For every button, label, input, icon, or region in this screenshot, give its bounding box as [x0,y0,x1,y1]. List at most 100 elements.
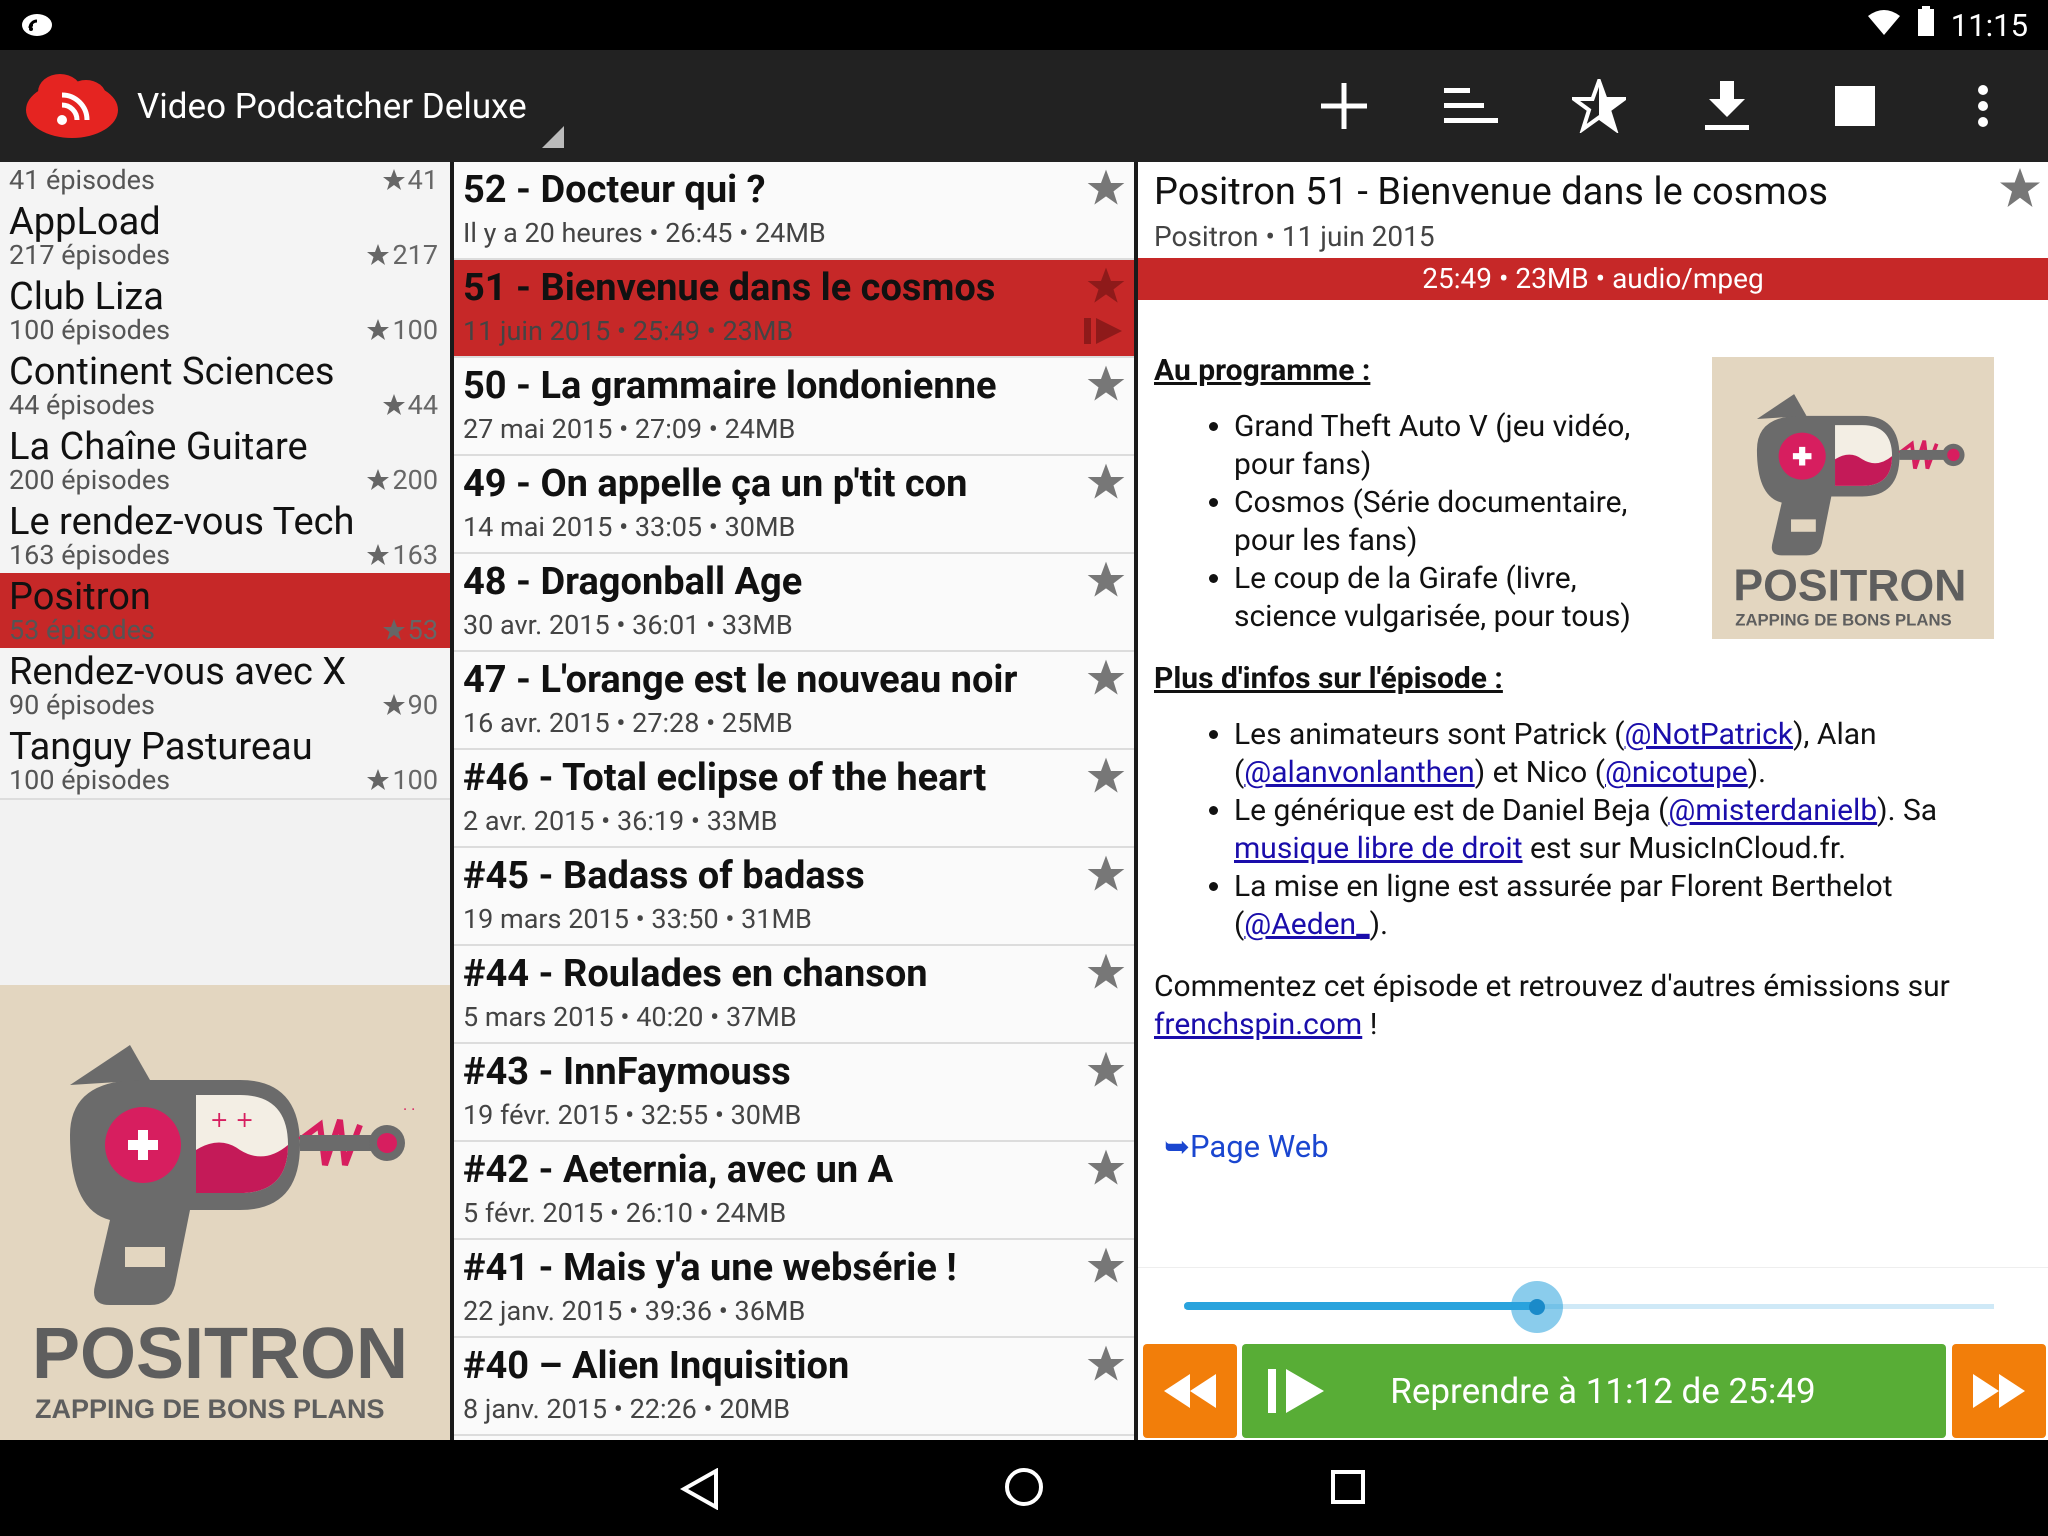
episode-row[interactable]: 47 - L'orange est le nouveau noir 16 avr.… [454,652,1134,750]
podcast-name: Tanguy Pastureau [9,725,313,769]
page-web-link[interactable]: ➥Page Web [1164,1128,1329,1165]
star-icon [367,244,390,265]
episode-title: #40 – Alien Inquisition [463,1344,850,1388]
detail-subtitle: Positron • 11 juin 2015 [1154,220,1435,253]
comment-text: Commentez cet épisode et retrouvez d'aut… [1154,969,1950,1042]
battery-icon [1917,6,1935,44]
notification-icon [20,10,54,44]
player-controls: Reprendre à 11:12 de 25:49 [1138,1340,2048,1440]
app-title[interactable]: Video Podcatcher Deluxe [137,86,527,127]
podcast-row[interactable]: La Chaîne Guitare 200 épisodes 200 [0,423,450,500]
favorite-star-icon[interactable] [1086,560,1126,600]
episode-info-bar: 25:49 • 23MB • audio/mpeg [1138,258,2048,300]
back-icon[interactable] [679,1467,720,1514]
home-icon[interactable] [1004,1467,1044,1511]
favorite-star-icon[interactable] [1086,266,1126,306]
ray-gun-logo-icon: POSITRON ZAPPING DE BONS PLANS [1733,394,1966,629]
episode-row[interactable]: 48 - Dragonball Age 30 avr. 2015 • 36:01 … [454,554,1134,652]
recents-icon[interactable] [1331,1470,1365,1508]
favorite-count: 100 [366,314,438,346]
action-bar: Video Podcatcher Deluxe [0,50,2048,162]
svg-text:· ·: · · [403,1100,415,1119]
resume-button[interactable]: Reprendre à 11:12 de 25:49 [1242,1344,1946,1438]
add-icon[interactable] [1316,78,1372,134]
episode-row[interactable]: 50 - La grammaire londonienne 27 mai 2015… [454,358,1134,456]
podcast-name: Club Liza [9,275,164,319]
stop-icon[interactable] [1827,78,1883,134]
episode-row[interactable]: #41 - Mais y'a une websérie ! 22 janv. 20… [454,1240,1134,1338]
seek-bar[interactable] [1138,1267,2048,1333]
favorite-star-icon[interactable] [1086,364,1126,404]
favorite-star-icon[interactable] [1086,952,1126,992]
podcast-row[interactable]: Club Liza 100 épisodes 100 [0,273,450,350]
download-icon[interactable] [1699,78,1755,134]
seek-thumb[interactable] [1511,1281,1564,1333]
podcast-row[interactable]: 41 épisodes 41 [0,162,450,200]
music-link[interactable]: musique libre de droit [1234,831,1523,866]
favorite-star-icon[interactable] [1086,854,1126,894]
favorite-star-icon[interactable] [1086,1344,1126,1384]
favorite-count: 44 [382,389,438,421]
app-logo-icon[interactable] [24,72,120,140]
star-icon [367,319,390,340]
sort-icon[interactable] [1443,78,1499,134]
twitter-link[interactable]: @misterdanielb [1668,793,1877,828]
episode-list: 52 - Docteur qui ? Il y a 20 heures • 26:… [454,162,1134,1440]
twitter-link[interactable]: @NotPatrick [1625,717,1794,752]
svg-text:+ +: + + [210,1108,254,1133]
podcast-name: Rendez-vous avec X [9,650,347,694]
episode-title: 47 - L'orange est le nouveau noir [463,658,1018,702]
favorite-star-icon[interactable] [1998,166,2042,210]
episode-title: #42 - Aeternia, avec un A [463,1148,894,1192]
favorite-star-icon[interactable] [1086,1148,1126,1188]
podcast-row[interactable]: Le rendez-vous Tech 163 épisodes 163 [0,498,450,575]
favorite-count: 53 [382,614,438,646]
twitter-link[interactable]: @Aeden_ [1244,907,1369,942]
dropdown-indicator-icon[interactable] [542,126,564,148]
episode-row[interactable]: #40 – Alien Inquisition 8 janv. 2015 • 22… [454,1338,1134,1436]
episode-row[interactable]: 52 - Docteur qui ? Il y a 20 heures • 26:… [454,162,1134,260]
episode-artwork: POSITRON ZAPPING DE BONS PLANS [1712,357,1994,639]
episode-row[interactable]: 49 - On appelle ça un p'tit con 14 mai 20… [454,456,1134,554]
list-item: Le coup de la Girafe (livre, science vul… [1234,560,1674,636]
rewind-icon [1164,1374,1216,1408]
svg-text:POSITRON: POSITRON [32,1314,408,1394]
now-playing-icon [1082,316,1126,346]
ray-gun-logo-icon: + + · · POSITRON ZAPPING DE BONS PLANS [32,1045,415,1424]
podcast-name: Positron [9,575,151,619]
episode-row[interactable]: #44 - Roulades en chanson 5 mars 2015 • 4… [454,946,1134,1044]
fast-forward-button[interactable] [1952,1344,2046,1438]
favorite-star-icon[interactable] [1086,1050,1126,1090]
episode-meta: 19 févr. 2015 • 32:55 • 30MB [463,1099,802,1131]
favorite-count: 217 [366,239,438,271]
rewind-button[interactable] [1143,1344,1237,1438]
favorite-star-icon[interactable] [1086,462,1126,502]
favorite-star-icon[interactable] [1086,168,1126,208]
episode-row[interactable]: #45 - Badass of badass 19 mars 2015 • 33:… [454,848,1134,946]
podcast-row[interactable]: Continent Sciences 44 épisodes 44 [0,348,450,425]
podcast-list: 41 épisodes 41 AppLoad 217 épisodes 217 Club … [0,162,450,1440]
favorite-star-icon[interactable] [1086,658,1126,698]
episode-title: #46 - Total eclipse of the heart [463,756,987,800]
website-link[interactable]: frenchspin.com [1154,1007,1362,1042]
episode-row[interactable]: 51 - Bienvenue dans le cosmos 11 juin 201… [454,260,1134,358]
seek-progress [1184,1302,1538,1310]
twitter-link[interactable]: @alanvonlanthen [1244,755,1474,790]
podcast-row[interactable]: Positron 53 épisodes 53 [0,573,450,650]
overflow-menu-icon[interactable] [1955,78,2011,134]
star-icon [382,169,405,190]
favorite-star-icon[interactable] [1086,756,1126,796]
favorite-star-icon[interactable] [1571,78,1627,134]
favorite-star-icon[interactable] [1086,1246,1126,1286]
podcast-row[interactable]: Rendez-vous avec X 90 épisodes 90 [0,648,450,725]
episode-title: #44 - Roulades en chanson [463,952,928,996]
twitter-link[interactable]: @nicotupe [1605,755,1748,790]
podcast-row[interactable]: AppLoad 217 épisodes 217 [0,198,450,275]
episode-row[interactable]: #43 - InnFaymouss 19 févr. 2015 • 32:55 •… [454,1044,1134,1142]
episode-row[interactable]: #46 - Total eclipse of the heart 2 avr. 2… [454,750,1134,848]
episode-row[interactable]: #42 - Aeternia, avec un A 5 févr. 2015 • … [454,1142,1134,1240]
play-icon [1268,1369,1324,1413]
podcast-row[interactable]: Tanguy Pastureau 100 épisodes 100 [0,723,450,800]
episode-count: 163 épisodes [9,539,171,571]
episode-title: #43 - InnFaymouss [463,1050,791,1094]
